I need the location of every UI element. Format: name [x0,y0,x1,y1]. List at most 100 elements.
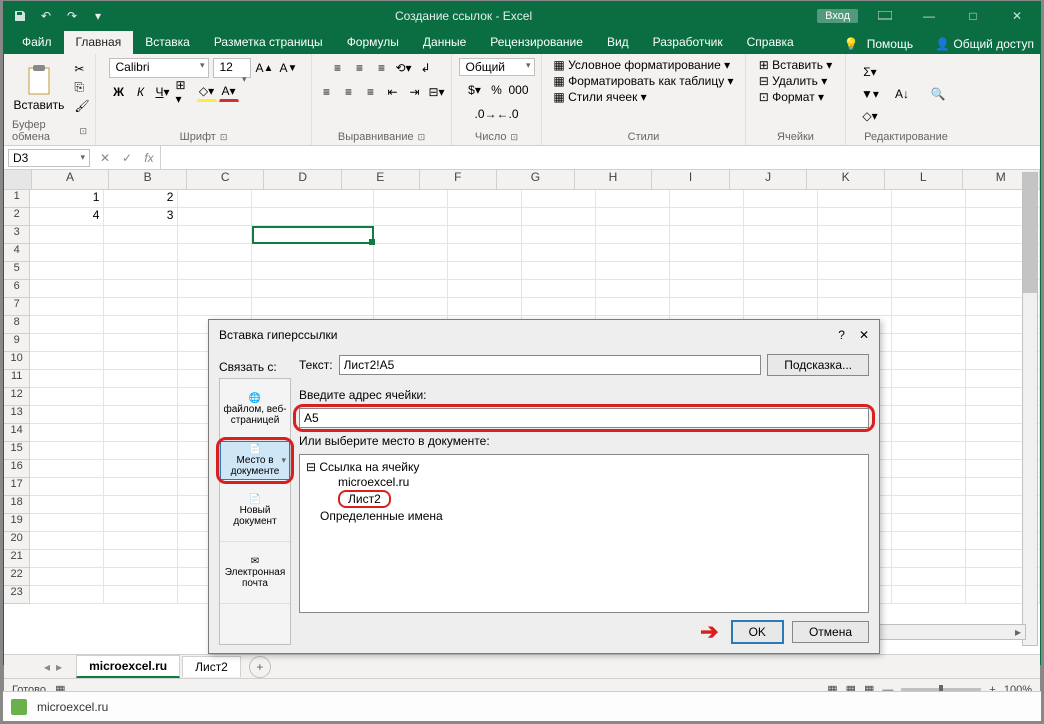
sheet-tab[interactable]: microexcel.ru [76,655,180,678]
cell[interactable] [892,406,966,424]
cell[interactable] [448,208,522,226]
row-header[interactable]: 17 [4,478,30,496]
font-size-select[interactable]: 12 [213,58,251,78]
cell[interactable] [104,244,178,262]
cell[interactable] [744,226,818,244]
font-name-select[interactable]: Calibri [109,58,209,78]
cell[interactable] [892,550,966,568]
link-email[interactable]: ✉ Электроннаяпочта [220,542,290,604]
cell[interactable] [892,190,966,208]
row-header[interactable]: 8 [4,316,30,334]
currency-icon[interactable]: $▾ [465,80,485,100]
row-header[interactable]: 22 [4,568,30,586]
dialog-help-icon[interactable]: ? [838,328,845,342]
tree-root[interactable]: Ссылка на ячейку [319,460,419,474]
cell[interactable] [104,280,178,298]
dec-decimal-icon[interactable]: ←.0 [498,104,518,124]
cell[interactable] [892,514,966,532]
redo-icon[interactable]: ↷ [60,5,84,27]
cell[interactable] [892,244,966,262]
cell[interactable] [448,262,522,280]
conditional-formatting-button[interactable]: ▦ Условное форматирование ▾ [553,58,730,72]
column-header[interactable]: H [575,170,653,189]
cell[interactable] [252,298,373,316]
row-header[interactable]: 11 [4,370,30,388]
cell[interactable] [104,568,178,586]
grow-font-icon[interactable]: A▲ [255,58,275,78]
link-new-doc[interactable]: 📄 Новыйдокумент [220,480,290,542]
cell[interactable] [670,190,744,208]
minimize-icon[interactable]: — [912,5,946,27]
cell[interactable] [522,280,596,298]
inc-decimal-icon[interactable]: .0→ [476,104,496,124]
select-all-corner[interactable] [4,170,32,189]
cell[interactable] [744,190,818,208]
cell[interactable] [670,244,744,262]
number-format-select[interactable]: Общий [459,58,535,76]
shrink-font-icon[interactable]: A▼ [279,58,299,78]
cell[interactable] [818,190,892,208]
vertical-scrollbar[interactable] [1022,172,1038,646]
column-header[interactable]: J [730,170,808,189]
cell[interactable] [104,388,178,406]
qa-dropdown-icon[interactable]: ▾ [86,5,110,27]
find-icon[interactable]: 🔍 [924,74,952,114]
cell[interactable] [522,262,596,280]
cell[interactable]: 2 [104,190,178,208]
share-button[interactable]: 👤 Общий доступ [935,37,1034,51]
cell[interactable] [30,496,104,514]
tab-layout[interactable]: Разметка страницы [202,31,335,54]
row-header[interactable]: 20 [4,532,30,550]
indent-inc-icon[interactable]: ⇥ [405,82,425,102]
cell[interactable] [178,298,252,316]
fill-color-icon[interactable]: ◇▾ [197,82,217,102]
cell[interactable] [30,388,104,406]
ribbon-options-icon[interactable] [868,5,902,27]
row-header[interactable]: 1 [4,190,30,208]
cell[interactable] [252,208,373,226]
cell[interactable] [744,280,818,298]
cell[interactable] [596,190,670,208]
cell[interactable] [104,334,178,352]
cell[interactable] [596,298,670,316]
sheet-tab[interactable]: Лист2 [182,656,241,677]
row-header[interactable]: 3 [4,226,30,244]
save-icon[interactable] [8,5,32,27]
formula-input[interactable] [160,146,1040,169]
tree-item[interactable]: microexcel.ru [338,475,409,489]
cell[interactable] [178,226,252,244]
signin-badge[interactable]: Вход [817,9,858,23]
cell[interactable] [892,460,966,478]
enter-formula-icon[interactable]: ✓ [116,151,138,165]
cell[interactable] [818,262,892,280]
cell[interactable] [892,568,966,586]
copy-icon[interactable]: ⎘ [74,80,89,95]
cell[interactable] [892,262,966,280]
cell[interactable] [104,352,178,370]
row-header[interactable]: 13 [4,406,30,424]
align-top-icon[interactable]: ≡ [328,58,348,78]
cell[interactable] [30,280,104,298]
row-header[interactable]: 5 [4,262,30,280]
cell[interactable] [744,262,818,280]
format-cells-button[interactable]: ⊡ Формат ▾ [759,90,824,104]
cell[interactable] [670,208,744,226]
tab-home[interactable]: Главная [64,31,134,54]
cell[interactable] [744,208,818,226]
cell[interactable] [596,208,670,226]
cell[interactable]: 4 [30,208,104,226]
cancel-formula-icon[interactable]: ✕ [94,151,116,165]
cell[interactable] [522,208,596,226]
percent-icon[interactable]: % [487,80,507,100]
close-icon[interactable]: ✕ [1000,5,1034,27]
cell[interactable] [892,496,966,514]
tab-formulas[interactable]: Формулы [335,31,411,54]
align-right-icon[interactable]: ≡ [361,82,381,102]
row-header[interactable]: 21 [4,550,30,568]
tab-insert[interactable]: Вставка [133,31,202,54]
cell[interactable] [892,388,966,406]
cell[interactable] [104,370,178,388]
row-header[interactable]: 23 [4,586,30,604]
cell[interactable] [892,334,966,352]
cell[interactable] [892,352,966,370]
